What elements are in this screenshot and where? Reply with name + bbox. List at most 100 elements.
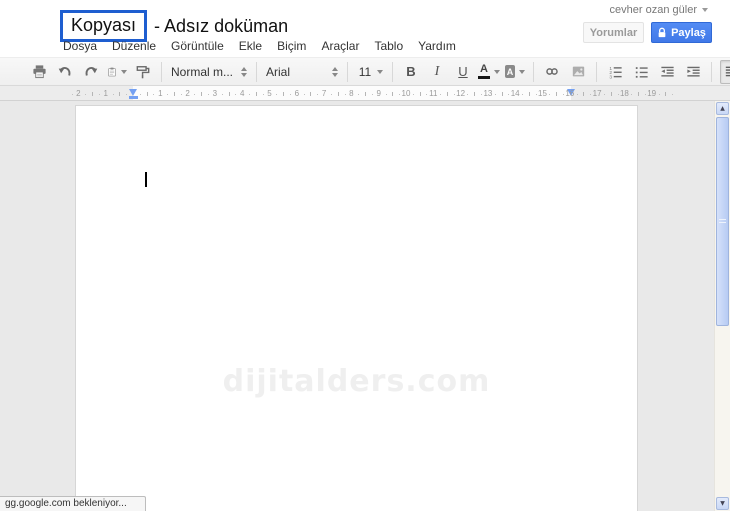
ruler-number: 12 [456, 89, 466, 98]
align-left-button[interactable] [720, 59, 730, 84]
ruler-tick [665, 92, 667, 96]
highlight-color-button[interactable]: A [505, 61, 525, 83]
annotation-highlight-box: Kopyası [60, 10, 148, 42]
font-family-dropdown[interactable]: Arial [266, 65, 338, 79]
web-clipboard-button[interactable] [107, 61, 127, 83]
ruler-number: 16 [565, 89, 575, 98]
menu-tablo[interactable]: Tablo [374, 39, 403, 53]
ruler-tick [255, 92, 257, 96]
italic-button[interactable]: I [427, 61, 447, 83]
ruler-tick [426, 94, 428, 95]
ruler-tick [638, 92, 640, 96]
ruler-number: 11 [429, 89, 438, 98]
scroll-up-icon: ▲ [720, 104, 725, 112]
ruler-tick [658, 94, 660, 95]
ruler-tick [522, 94, 524, 95]
ruler-tick [446, 92, 448, 96]
ruler-tick [119, 92, 121, 96]
ruler-tick [235, 94, 237, 95]
ruler-number: 10 [401, 89, 411, 98]
font-size-dropdown[interactable]: 11 [357, 65, 383, 79]
google-docs-window: cevher ozan güler Kopyası - Adsız doküma… [0, 0, 730, 511]
scrollbar-thumb[interactable] [716, 117, 729, 326]
ruler-tick [146, 92, 148, 96]
chevron-down-icon [494, 69, 500, 74]
decrease-indent-button[interactable] [657, 61, 677, 83]
ruler-tick [549, 94, 551, 95]
ruler-tick [283, 92, 285, 96]
thumb-grip-icon [719, 219, 726, 220]
menu-araclar[interactable]: Araçlar [321, 39, 359, 53]
menu-dosya[interactable]: Dosya [63, 39, 97, 53]
scroll-up-button[interactable]: ▲ [716, 102, 729, 115]
ruler-number: 1 [158, 89, 163, 98]
ruler-number: 1 [103, 89, 108, 98]
ruler-tick [365, 92, 367, 96]
ruler-tick [194, 94, 196, 95]
text-color-button[interactable]: A [478, 61, 500, 83]
menu-bicim[interactable]: Biçim [277, 39, 306, 53]
ruler-tick [467, 94, 469, 95]
spinner-arrows-icon [332, 66, 338, 77]
ruler-tick [310, 92, 312, 96]
ruler-tick [276, 94, 278, 95]
vertical-scrollbar[interactable]: ▲ ▼ [714, 101, 730, 511]
paint-format-button[interactable] [133, 61, 153, 83]
redo-icon [85, 66, 98, 76]
print-button[interactable] [29, 61, 49, 83]
undo-button[interactable] [55, 61, 75, 83]
menu-goruntule[interactable]: Görüntüle [171, 39, 224, 53]
document-canvas[interactable]: dijitalders.com [75, 105, 638, 511]
formatting-toolbar: Normal m... Arial 11 B I U A A 1 2 3 [0, 57, 730, 86]
ruler-number: 7 [321, 89, 327, 98]
menu-bar: Dosya Düzenle Görüntüle Ekle Biçim Araçl… [63, 39, 456, 53]
paragraph-styles-dropdown[interactable]: Normal m... [171, 65, 247, 79]
first-line-indent-marker[interactable] [129, 96, 138, 99]
ruler-tick [392, 92, 394, 96]
toolbar-separator [533, 61, 534, 82]
left-indent-marker[interactable] [129, 89, 137, 96]
ruler-tick [201, 92, 203, 96]
ruler-tick [153, 94, 155, 95]
increase-indent-button[interactable] [683, 61, 703, 83]
ruler-tick [576, 94, 578, 95]
numbered-list-button[interactable]: 1 2 3 [605, 61, 625, 83]
ruler-tick [92, 92, 94, 96]
scroll-down-button[interactable]: ▼ [716, 497, 729, 510]
ruler-tick [98, 94, 100, 95]
ruler-tick [208, 94, 210, 95]
thumb-grip-icon [719, 222, 726, 223]
ruler-tick [221, 94, 223, 95]
link-icon [546, 68, 558, 75]
chevron-down-icon [519, 69, 525, 74]
ruler-tick [262, 94, 264, 95]
svg-text:3: 3 [609, 74, 612, 78]
ruler-tick [474, 92, 476, 96]
text-color-icon: A [478, 64, 490, 79]
user-account-menu[interactable]: cevher ozan güler [610, 4, 708, 16]
spinner-arrows-icon [241, 66, 247, 77]
underline-button[interactable]: U [453, 61, 473, 83]
clipboard-icon [108, 67, 116, 76]
numbered-list-icon: 1 2 3 [609, 65, 622, 79]
ruler-tick [180, 94, 182, 95]
ruler-number: 2 [185, 89, 190, 98]
menu-duzenle[interactable]: Düzenle [112, 39, 156, 53]
insert-link-button[interactable] [542, 61, 562, 83]
bold-button[interactable]: B [401, 61, 421, 83]
ruler-tick [583, 92, 585, 96]
ruler-tick [289, 94, 291, 95]
comments-button[interactable]: Yorumlar [583, 22, 644, 43]
doc-title-highlight[interactable]: Kopyası [71, 15, 136, 35]
ruler-tick [617, 94, 619, 95]
doc-title-rest[interactable]: - Adsız doküman [154, 16, 288, 37]
ruler-number: 14 [510, 89, 520, 98]
ruler-tick [610, 92, 612, 96]
bullet-list-button[interactable] [631, 61, 651, 83]
menu-ekle[interactable]: Ekle [239, 39, 262, 53]
ruler-tick [358, 94, 360, 95]
menu-yardim[interactable]: Yardım [418, 39, 456, 53]
redo-button[interactable] [81, 61, 101, 83]
insert-image-button[interactable] [568, 61, 588, 83]
share-button[interactable]: Paylaş [651, 22, 712, 43]
